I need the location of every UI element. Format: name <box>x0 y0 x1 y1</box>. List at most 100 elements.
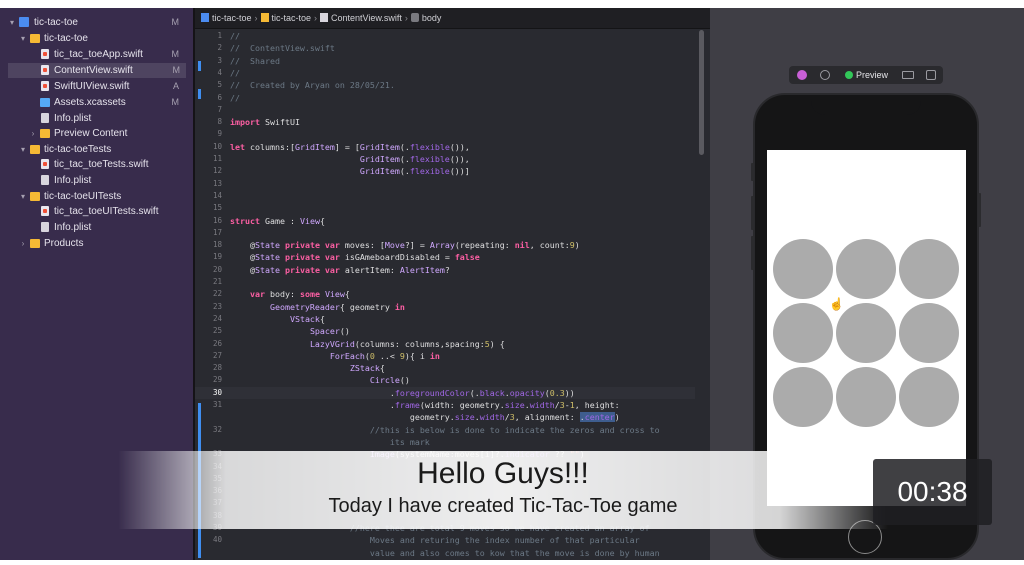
swift-file-icon <box>41 81 49 91</box>
code-line: 8 import SwiftUI <box>195 116 695 128</box>
swift-file-icon <box>41 206 49 216</box>
line-number: 32 <box>212 424 222 434</box>
code-line: 14 <box>195 190 695 202</box>
tree-item-label: SwiftUIView.swift <box>54 81 130 92</box>
code-line: value and also comes to kow that the mov… <box>230 547 660 558</box>
line-number: 8 <box>217 117 222 127</box>
breadcrumb-label: tic-tac-toe <box>271 13 312 23</box>
live-preview-icon[interactable] <box>797 70 807 80</box>
board-cell[interactable] <box>836 367 896 427</box>
board-cell[interactable] <box>773 239 833 299</box>
window-bottom-edge <box>0 560 1024 565</box>
swift-file-icon <box>41 65 49 75</box>
breadcrumb-item[interactable]: tic-tac-toe <box>260 13 312 23</box>
tree-item-folder[interactable]: ▾ tic-tac-toeUITests <box>0 189 193 204</box>
tree-item-file[interactable]: Info.plist <box>0 173 193 188</box>
line-number: 10 <box>212 141 222 151</box>
device-settings-icon[interactable] <box>902 71 914 79</box>
tree-item-label: Assets.xcassets <box>54 97 126 108</box>
breadcrumb-item[interactable]: tic-tac-toe <box>201 13 252 23</box>
chevron-right-icon[interactable]: › <box>28 126 38 141</box>
tree-item-folder[interactable]: › Preview Content <box>0 126 193 141</box>
line-number: 30 <box>212 387 222 397</box>
tree-item-label: ContentView.swift <box>54 65 133 76</box>
tree-item-file[interactable]: tic_tac_toeApp.swift M <box>0 47 193 62</box>
tree-item-folder[interactable]: ▾ tic-tac-toe <box>0 31 193 46</box>
line-number: 24 <box>212 313 222 323</box>
tree-item-file[interactable]: Info.plist <box>0 220 193 235</box>
phone-side-button <box>751 236 754 270</box>
code-line: 19 @State private var isGAmeboardDisable… <box>195 251 695 263</box>
chevron-right-icon: › <box>404 13 408 23</box>
board-cell[interactable] <box>899 239 959 299</box>
board-cell[interactable] <box>836 239 896 299</box>
code-line: 10 let columns:[GridItem] = [GridItem(.fl… <box>195 141 695 153</box>
plist-file-icon <box>41 222 49 232</box>
code-line: 18 @State private var moves: [Move?] = A… <box>195 239 695 251</box>
duplicate-preview-icon[interactable] <box>926 70 936 80</box>
line-number: 16 <box>212 215 222 225</box>
phone-side-button <box>751 163 754 181</box>
jump-bar: tic-tac-toe › tic-tac-toe › ContentView.swif… <box>195 8 710 29</box>
code-line: 26 LazyVGrid(columns: columns,spacing:5)… <box>195 338 695 350</box>
tree-item-label: Products <box>44 238 84 249</box>
line-number: 25 <box>212 326 222 336</box>
git-status-badge: M <box>171 49 180 59</box>
folder-icon <box>30 34 40 43</box>
line-number: 6 <box>217 92 222 102</box>
chevron-right-icon[interactable]: › <box>18 236 28 251</box>
line-number: 18 <box>212 240 222 250</box>
board-cell[interactable] <box>899 303 959 363</box>
app-project-icon <box>19 17 29 27</box>
tree-item-file[interactable]: Assets.xcassets M <box>0 95 193 110</box>
phone-notch <box>811 95 921 115</box>
tree-item-label: Preview Content <box>54 128 128 139</box>
tree-item-label: tic-tac-toeUITests <box>44 191 122 202</box>
board-cell[interactable] <box>899 367 959 427</box>
board-cell[interactable] <box>773 367 833 427</box>
tree-item-folder[interactable]: ▾ tic-tac-toeTests <box>0 142 193 157</box>
code-line: 5// Created by Aryan on 28/05/21. <box>195 79 695 91</box>
line-number: 17 <box>212 227 222 237</box>
git-status-badge: M <box>171 97 180 107</box>
line-number: 5 <box>217 80 222 90</box>
git-status-badge: M <box>172 65 181 75</box>
tree-item-folder[interactable]: › Products <box>0 236 193 251</box>
board-cell[interactable] <box>836 303 896 363</box>
line-number: 14 <box>212 190 222 200</box>
folder-icon <box>40 129 50 138</box>
preview-toolbar: Preview <box>789 66 943 84</box>
breadcrumb-item[interactable]: body <box>410 13 441 23</box>
chevron-down-icon[interactable]: ▾ <box>7 15 17 30</box>
tree-item-label: tic-tac-toe <box>34 17 78 28</box>
preview-label[interactable]: Preview <box>856 66 888 84</box>
line-number: 2 <box>217 43 222 53</box>
line-number: 12 <box>212 166 222 176</box>
line-number: 9 <box>217 129 222 139</box>
tree-item-file[interactable]: tic_tac_toeTests.swift <box>0 157 193 172</box>
plist-file-icon <box>41 113 49 123</box>
tree-item-file[interactable]: SwiftUIView.swift A <box>0 79 193 94</box>
code-line: 6// <box>195 92 695 104</box>
inspect-icon[interactable] <box>820 70 830 80</box>
code-line: 21 <box>195 276 695 288</box>
code-line: 25 Spacer() <box>195 325 695 337</box>
folder-icon <box>30 192 40 201</box>
line-number: 11 <box>212 154 222 163</box>
line-number: 7 <box>217 104 222 114</box>
chevron-down-icon[interactable]: ▾ <box>18 142 28 157</box>
code-line-current: 30 .foregroundColor(.black.opacity(0.3)) <box>195 386 695 399</box>
board-cell[interactable] <box>773 303 833 363</box>
chevron-down-icon[interactable]: ▾ <box>18 31 28 46</box>
editor-scrollbar[interactable] <box>699 30 704 155</box>
tree-item-file-selected[interactable]: ContentView.swift M <box>8 63 186 78</box>
code-line: 2// ContentView.swift <box>195 42 695 54</box>
line-number: 19 <box>212 252 222 262</box>
tree-item-project[interactable]: ▾ tic-tac-toe M <box>0 15 193 30</box>
tree-item-file[interactable]: Info.plist <box>0 111 193 126</box>
tree-item-label: Info.plist <box>54 113 92 124</box>
chevron-down-icon[interactable]: ▾ <box>18 189 28 204</box>
code-line: 15 <box>195 202 695 214</box>
tree-item-file[interactable]: tic_tac_toeUITests.swift <box>0 204 193 219</box>
breadcrumb-item[interactable]: ContentView.swift <box>320 13 402 23</box>
